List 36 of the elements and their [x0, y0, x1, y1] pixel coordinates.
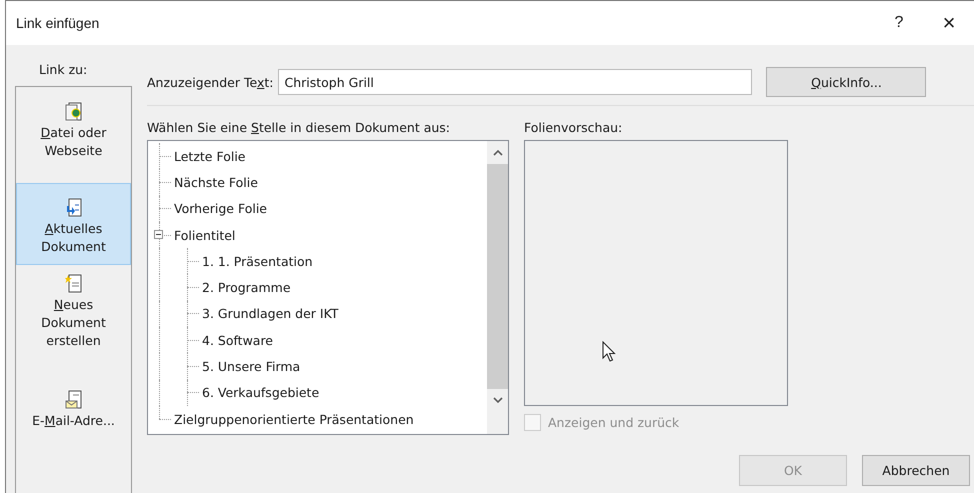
tree-item[interactable]: 4. Software: [202, 332, 274, 348]
quickinfo-button[interactable]: QuickInfo...: [766, 67, 926, 97]
link-type-item[interactable]: Aktuelles Dokument: [16, 183, 131, 265]
tree-item[interactable]: 1. 1. Präsentation: [202, 254, 313, 269]
new-document-icon: [64, 274, 82, 294]
link-type-item[interactable]: Neues Dokument erstellen: [16, 269, 131, 357]
tree-item[interactable]: Vorherige Folie: [174, 201, 267, 216]
scroll-up-icon[interactable]: [492, 149, 502, 156]
globe-document-icon: [64, 102, 82, 122]
help-button[interactable]: ?: [874, 8, 924, 38]
tree-item[interactable]: Folientitel: [174, 228, 236, 243]
scroll-down-icon[interactable]: [492, 397, 502, 404]
tree-item[interactable]: 3. Grundlagen der IKT: [202, 306, 338, 322]
close-button[interactable]: ×: [924, 8, 974, 38]
tree-item[interactable]: Nächste Folie: [174, 174, 258, 190]
document-arrow-icon: [64, 198, 82, 218]
envelope-document-icon: [64, 390, 82, 410]
tree-item[interactable]: Zielgruppenorientierte Präsentationen: [174, 412, 414, 427]
link-to-label: Link zu:: [39, 62, 88, 77]
display-text-field[interactable]: Christoph Grill: [278, 69, 752, 95]
tree-item[interactable]: 2. Programme: [202, 280, 291, 296]
cursor-icon: [602, 341, 616, 363]
place-label: Wählen Sie eine Stelle in diesem Dokument aus:: [147, 120, 450, 135]
cancel-button[interactable]: Abbrechen: [862, 455, 970, 486]
scroll-thumb[interactable]: [487, 164, 508, 389]
collapse-icon[interactable]: [154, 230, 163, 239]
window-title: Link einfügen: [16, 15, 100, 31]
tree-item[interactable]: Letzte Folie: [174, 148, 246, 164]
checkbox-label: Anzeigen und zurück: [548, 415, 680, 430]
scrollbar[interactable]: [487, 141, 508, 434]
tree-item[interactable]: 5. Unsere Firma: [202, 359, 300, 374]
link-type-item[interactable]: E-Mail-Adre...: [16, 385, 131, 467]
tree-item[interactable]: 6. Verkaufsgebiete: [202, 385, 320, 400]
display-text-label: Anzuzeigender Text:: [147, 74, 274, 90]
preview-label: Folienvorschau:: [524, 120, 622, 135]
link-type-item[interactable]: Datei oder Webseite: [16, 97, 131, 179]
